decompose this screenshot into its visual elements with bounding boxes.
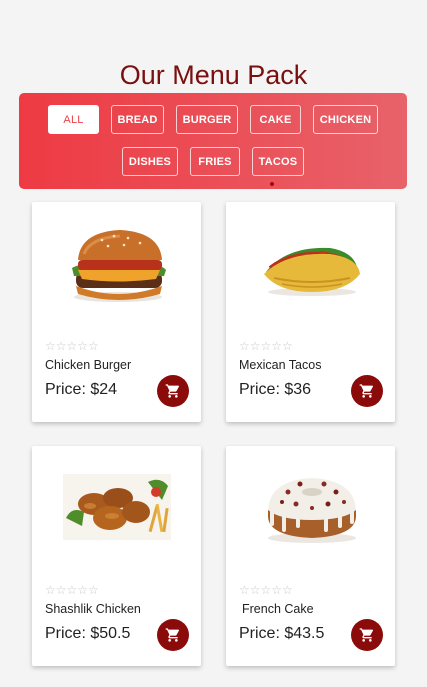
product-card[interactable]: ☆☆☆☆☆ Shashlik Chicken Price: $50.5 <box>32 446 201 666</box>
filter-bread-button[interactable]: BREAD <box>111 105 164 134</box>
burger-image <box>72 230 166 302</box>
filter-all-button[interactable]: ALL <box>48 105 99 134</box>
cake-image <box>268 478 356 543</box>
product-name: French Cake <box>242 602 314 616</box>
rating-stars[interactable]: ☆☆☆☆☆ <box>45 583 99 597</box>
category-filter-panel: ALL BREAD BURGER CAKE CHICKEN DISHES FRI… <box>19 93 407 189</box>
product-price: Price: $24 <box>45 381 118 398</box>
filter-tacos-button[interactable]: TACOS <box>252 147 304 176</box>
cart-icon <box>359 628 374 642</box>
cart-icon <box>359 384 374 398</box>
taco-image <box>264 247 360 296</box>
page-title: Our Menu Pack <box>119 60 308 90</box>
rating-stars[interactable]: ☆☆☆☆☆ <box>239 583 293 597</box>
rating-stars[interactable]: ☆☆☆☆☆ <box>45 339 99 353</box>
product-name: Mexican Tacos <box>239 358 322 372</box>
filter-dishes-button[interactable]: DISHES <box>122 147 178 176</box>
product-card[interactable]: ☆☆☆☆☆ Chicken Burger Price: $24 <box>32 202 201 422</box>
filter-chicken-button[interactable]: CHICKEN <box>313 105 378 134</box>
product-card[interactable]: ☆☆☆☆☆ French Cake Price: $43.5 <box>226 446 395 666</box>
add-to-cart-button[interactable] <box>157 375 189 407</box>
product-price: Price: $43.5 <box>239 625 325 642</box>
cart-icon <box>165 628 180 642</box>
cart-icon <box>165 384 180 398</box>
filter-burger-button[interactable]: BURGER <box>176 105 238 134</box>
pagination-dot <box>270 182 274 186</box>
chicken-image <box>63 474 171 540</box>
add-to-cart-button[interactable] <box>351 375 383 407</box>
add-to-cart-button[interactable] <box>351 619 383 651</box>
product-price: Price: $36 <box>239 381 312 398</box>
filter-fries-button[interactable]: FRIES <box>190 147 240 176</box>
product-name: Chicken Burger <box>45 358 132 372</box>
product-price: Price: $50.5 <box>45 625 131 642</box>
add-to-cart-button[interactable] <box>157 619 189 651</box>
product-name: Shashlik Chicken <box>45 602 141 616</box>
filter-cake-button[interactable]: CAKE <box>250 105 301 134</box>
rating-stars[interactable]: ☆☆☆☆☆ <box>239 339 293 353</box>
product-card[interactable]: ☆☆☆☆☆ Mexican Tacos Price: $36 <box>226 202 395 422</box>
